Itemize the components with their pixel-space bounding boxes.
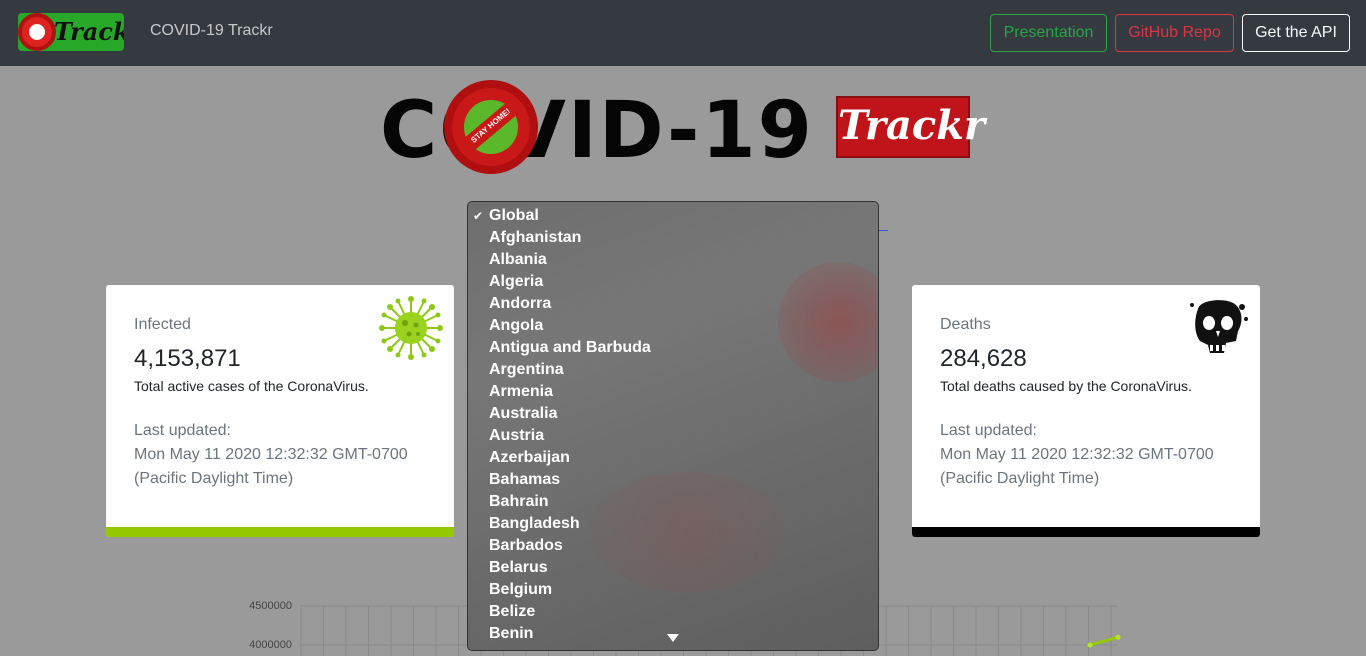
virus-icon bbox=[379, 296, 443, 360]
skull-icon bbox=[1190, 300, 1248, 353]
infected-series-line bbox=[1089, 635, 1119, 647]
deaths-card: Deaths 284,628 Total deaths caused by th… bbox=[912, 285, 1260, 537]
country-option[interactable]: Algeria bbox=[468, 271, 878, 293]
country-option[interactable]: Argentina bbox=[468, 359, 878, 381]
country-option[interactable]: Andorra bbox=[468, 293, 878, 315]
no-virus-icon bbox=[18, 13, 56, 51]
last-updated-date: Mon May 11 2020 12:32:32 GMT-0700 bbox=[940, 446, 1214, 463]
country-options-list: ✔ Global Afghanistan Albania Algeria Andorra A… bbox=[468, 205, 878, 645]
country-option[interactable]: Afghanistan bbox=[468, 227, 878, 249]
country-option[interactable]: Antigua and Barbuda bbox=[468, 337, 878, 359]
card-description: Total deaths caused by the CoronaVirus. bbox=[940, 378, 1192, 394]
card-description: Total active cases of the CoronaVirus. bbox=[134, 378, 369, 394]
country-option-label: Algeria bbox=[489, 273, 544, 290]
country-option-label: Afghanistan bbox=[489, 229, 582, 246]
presentation-button[interactable]: Presentation bbox=[990, 14, 1107, 52]
country-option-label: Bahrain bbox=[489, 493, 549, 510]
card-number: 284,628 bbox=[940, 345, 1027, 372]
country-option[interactable]: Azerbaijan bbox=[468, 447, 878, 469]
scroll-down-arrow-icon[interactable] bbox=[667, 634, 679, 642]
last-updated-label: Last updated: bbox=[940, 422, 1037, 439]
country-option[interactable]: Bahamas bbox=[468, 469, 878, 491]
brand-link[interactable]: COVID-19 Trackr bbox=[150, 22, 273, 40]
country-option-label: Belize bbox=[489, 603, 536, 620]
navbar-logo[interactable]: Trackr bbox=[18, 13, 124, 51]
country-option[interactable]: Bahrain bbox=[468, 491, 878, 513]
country-option-label: Benin bbox=[489, 625, 534, 642]
country-option-label: Bangladesh bbox=[489, 515, 580, 532]
series-point bbox=[1115, 634, 1121, 640]
country-option[interactable]: Albania bbox=[468, 249, 878, 271]
checkmark-icon: ✔ bbox=[473, 209, 484, 223]
country-option-label: Belgium bbox=[489, 581, 553, 598]
country-option-label: Austria bbox=[489, 427, 545, 444]
country-option-label: Argentina bbox=[489, 361, 564, 378]
series-point bbox=[1087, 642, 1093, 648]
country-option[interactable]: Angola bbox=[468, 315, 878, 337]
navbar: Trackr COVID-19 Trackr Presentation GitH… bbox=[0, 0, 1366, 66]
country-option[interactable]: Belarus bbox=[468, 557, 878, 579]
country-option[interactable]: ✔ Global bbox=[468, 205, 878, 227]
country-option-label: Bahamas bbox=[489, 471, 561, 488]
get-api-button[interactable]: Get the API bbox=[1242, 14, 1350, 52]
country-option[interactable]: Austria bbox=[468, 425, 878, 447]
hero-logo: COVID-19 STAY HOME! Trackr bbox=[380, 78, 985, 184]
hero-badge: Trackr bbox=[836, 96, 985, 158]
card-title: Deaths bbox=[940, 316, 991, 333]
infected-card: Infected 4,153,871 Total active cases of… bbox=[106, 285, 454, 537]
country-option-label: Azerbaijan bbox=[489, 449, 570, 466]
country-option[interactable]: Australia bbox=[468, 403, 878, 425]
country-option-label: Barbados bbox=[489, 537, 563, 554]
country-option-label: Global bbox=[489, 207, 539, 224]
country-option-label: Belarus bbox=[489, 559, 548, 576]
country-option-label: Andorra bbox=[489, 295, 552, 312]
last-updated-timezone: (Pacific Daylight Time) bbox=[940, 470, 1100, 487]
country-option[interactable]: Barbados bbox=[468, 535, 878, 557]
country-option[interactable]: Armenia bbox=[468, 381, 878, 403]
country-option[interactable]: Belize bbox=[468, 601, 878, 623]
last-updated-date: Mon May 11 2020 12:32:32 GMT-0700 bbox=[134, 446, 408, 463]
logo-text: Trackr bbox=[54, 17, 124, 46]
country-select-dropdown[interactable]: ✔ Global Afghanistan Albania Algeria Andorra A… bbox=[467, 201, 879, 651]
country-option[interactable]: Bangladesh bbox=[468, 513, 878, 535]
card-number: 4,153,871 bbox=[134, 345, 241, 372]
infected-accent-bar bbox=[106, 527, 454, 537]
deaths-accent-bar bbox=[912, 527, 1260, 537]
country-option-label: Angola bbox=[489, 317, 544, 334]
country-option[interactable]: Belgium bbox=[468, 579, 878, 601]
country-option-label: Australia bbox=[489, 405, 558, 422]
card-title: Infected bbox=[134, 316, 191, 333]
stay-home-seal-icon: STAY HOME! bbox=[444, 80, 538, 174]
github-repo-button[interactable]: GitHub Repo bbox=[1115, 14, 1234, 52]
country-option-label: Albania bbox=[489, 251, 547, 268]
country-option-label: Antigua and Barbuda bbox=[489, 339, 651, 356]
country-option-label: Armenia bbox=[489, 383, 554, 400]
last-updated-label: Last updated: bbox=[134, 422, 231, 439]
last-updated-timezone: (Pacific Daylight Time) bbox=[134, 470, 294, 487]
